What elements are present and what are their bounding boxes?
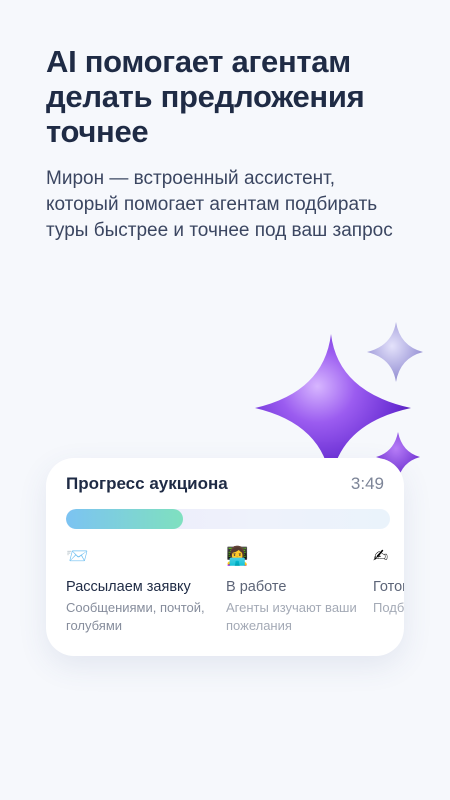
- step-description: Агенты изучают ваши пожелания: [226, 600, 357, 633]
- envelope-icon: 📨: [66, 546, 89, 566]
- lilac-sparkle-icon: [367, 322, 423, 382]
- steps-list: 📨 Рассылаем заявку Сообщениями, почтой, …: [66, 546, 404, 646]
- headline: AI помогает агентам делать предложения т…: [46, 44, 365, 149]
- auction-progress-card: Прогресс аукциона 3:49 📨 Рассылаем заявк…: [46, 458, 404, 656]
- step-in-progress: 👩‍💻 В работе Агенты изучают ваши пожелан…: [226, 546, 376, 635]
- person-at-laptop-icon: 👩‍💻: [226, 546, 249, 566]
- progress-bar: [66, 509, 390, 529]
- card-title: Прогресс аукциона: [66, 474, 228, 493]
- subtext: Мирон — встроенный ассистент, который по…: [46, 168, 393, 241]
- step-sending-request: 📨 Рассылаем заявку Сообщениями, почтой, …: [66, 546, 216, 635]
- step-title: Рассылаем заявку: [66, 579, 191, 595]
- step-title: В работе: [226, 579, 287, 595]
- step-ready: ✍ Готово Подбираем варианты: [373, 546, 404, 617]
- progress-bar-fill: [66, 509, 183, 529]
- step-description: Сообщениями, почтой, голубями: [66, 600, 205, 633]
- step-description: Подбираем варианты: [373, 600, 404, 615]
- step-title: Готово: [373, 579, 404, 595]
- countdown-timer: 3:49: [350, 474, 384, 493]
- writing-hand-icon: ✍: [373, 546, 389, 566]
